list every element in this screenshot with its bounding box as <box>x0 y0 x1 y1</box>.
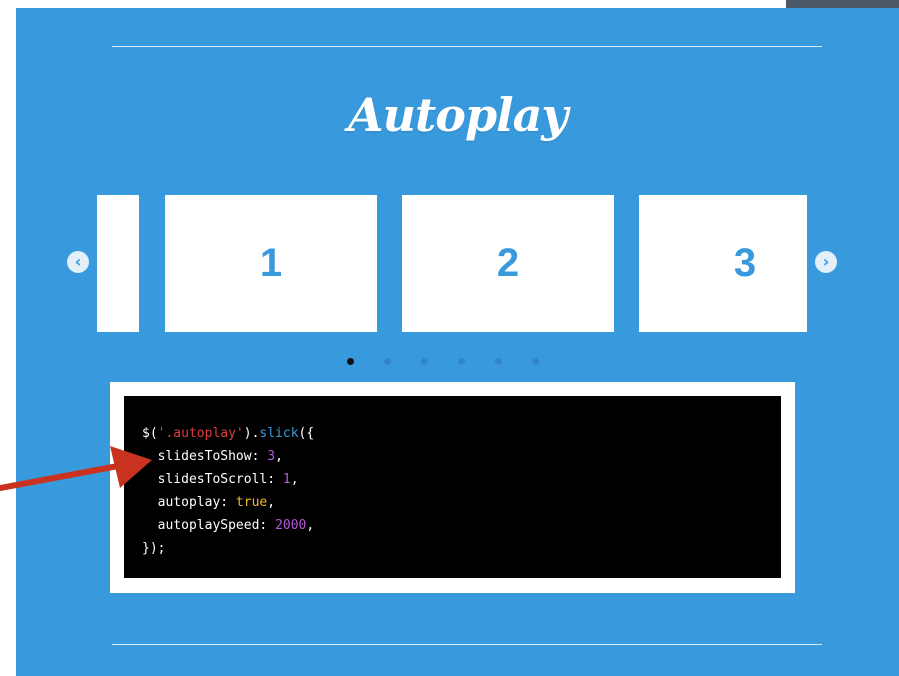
carousel-dot[interactable] <box>384 358 391 365</box>
carousel-viewport: 6 1 2 3 <box>97 195 807 332</box>
carousel-slide[interactable]: 3 <box>639 195 807 332</box>
autoplay-section: Autoplay ‹ 6 1 2 3 › $('.autoplay').slic… <box>16 8 899 676</box>
annotation-arrow-icon <box>0 446 152 491</box>
carousel-slide[interactable]: 1 <box>165 195 377 332</box>
code-example-card: $('.autoplay').slick({ slidesToShow: 3, … <box>110 382 795 593</box>
carousel-dot[interactable] <box>347 358 354 365</box>
carousel-dot[interactable] <box>495 358 502 365</box>
section-title: Autoplay <box>347 88 568 142</box>
carousel-slide[interactable]: 2 <box>402 195 614 332</box>
code-block: $('.autoplay').slick({ slidesToShow: 3, … <box>124 396 781 578</box>
chevron-left-icon: ‹ <box>74 252 82 271</box>
carousel-dot[interactable] <box>421 358 428 365</box>
carousel-dot[interactable] <box>458 358 465 365</box>
carousel-next-button[interactable]: › <box>815 251 837 273</box>
carousel-dots <box>347 358 539 368</box>
carousel-slide[interactable]: 6 <box>97 195 139 332</box>
chevron-right-icon: › <box>822 252 830 271</box>
carousel-prev-button[interactable]: ‹ <box>67 251 89 273</box>
bottom-divider <box>112 644 822 645</box>
carousel-dot[interactable] <box>532 358 539 365</box>
top-divider <box>112 46 822 47</box>
corner-tab <box>786 0 899 8</box>
